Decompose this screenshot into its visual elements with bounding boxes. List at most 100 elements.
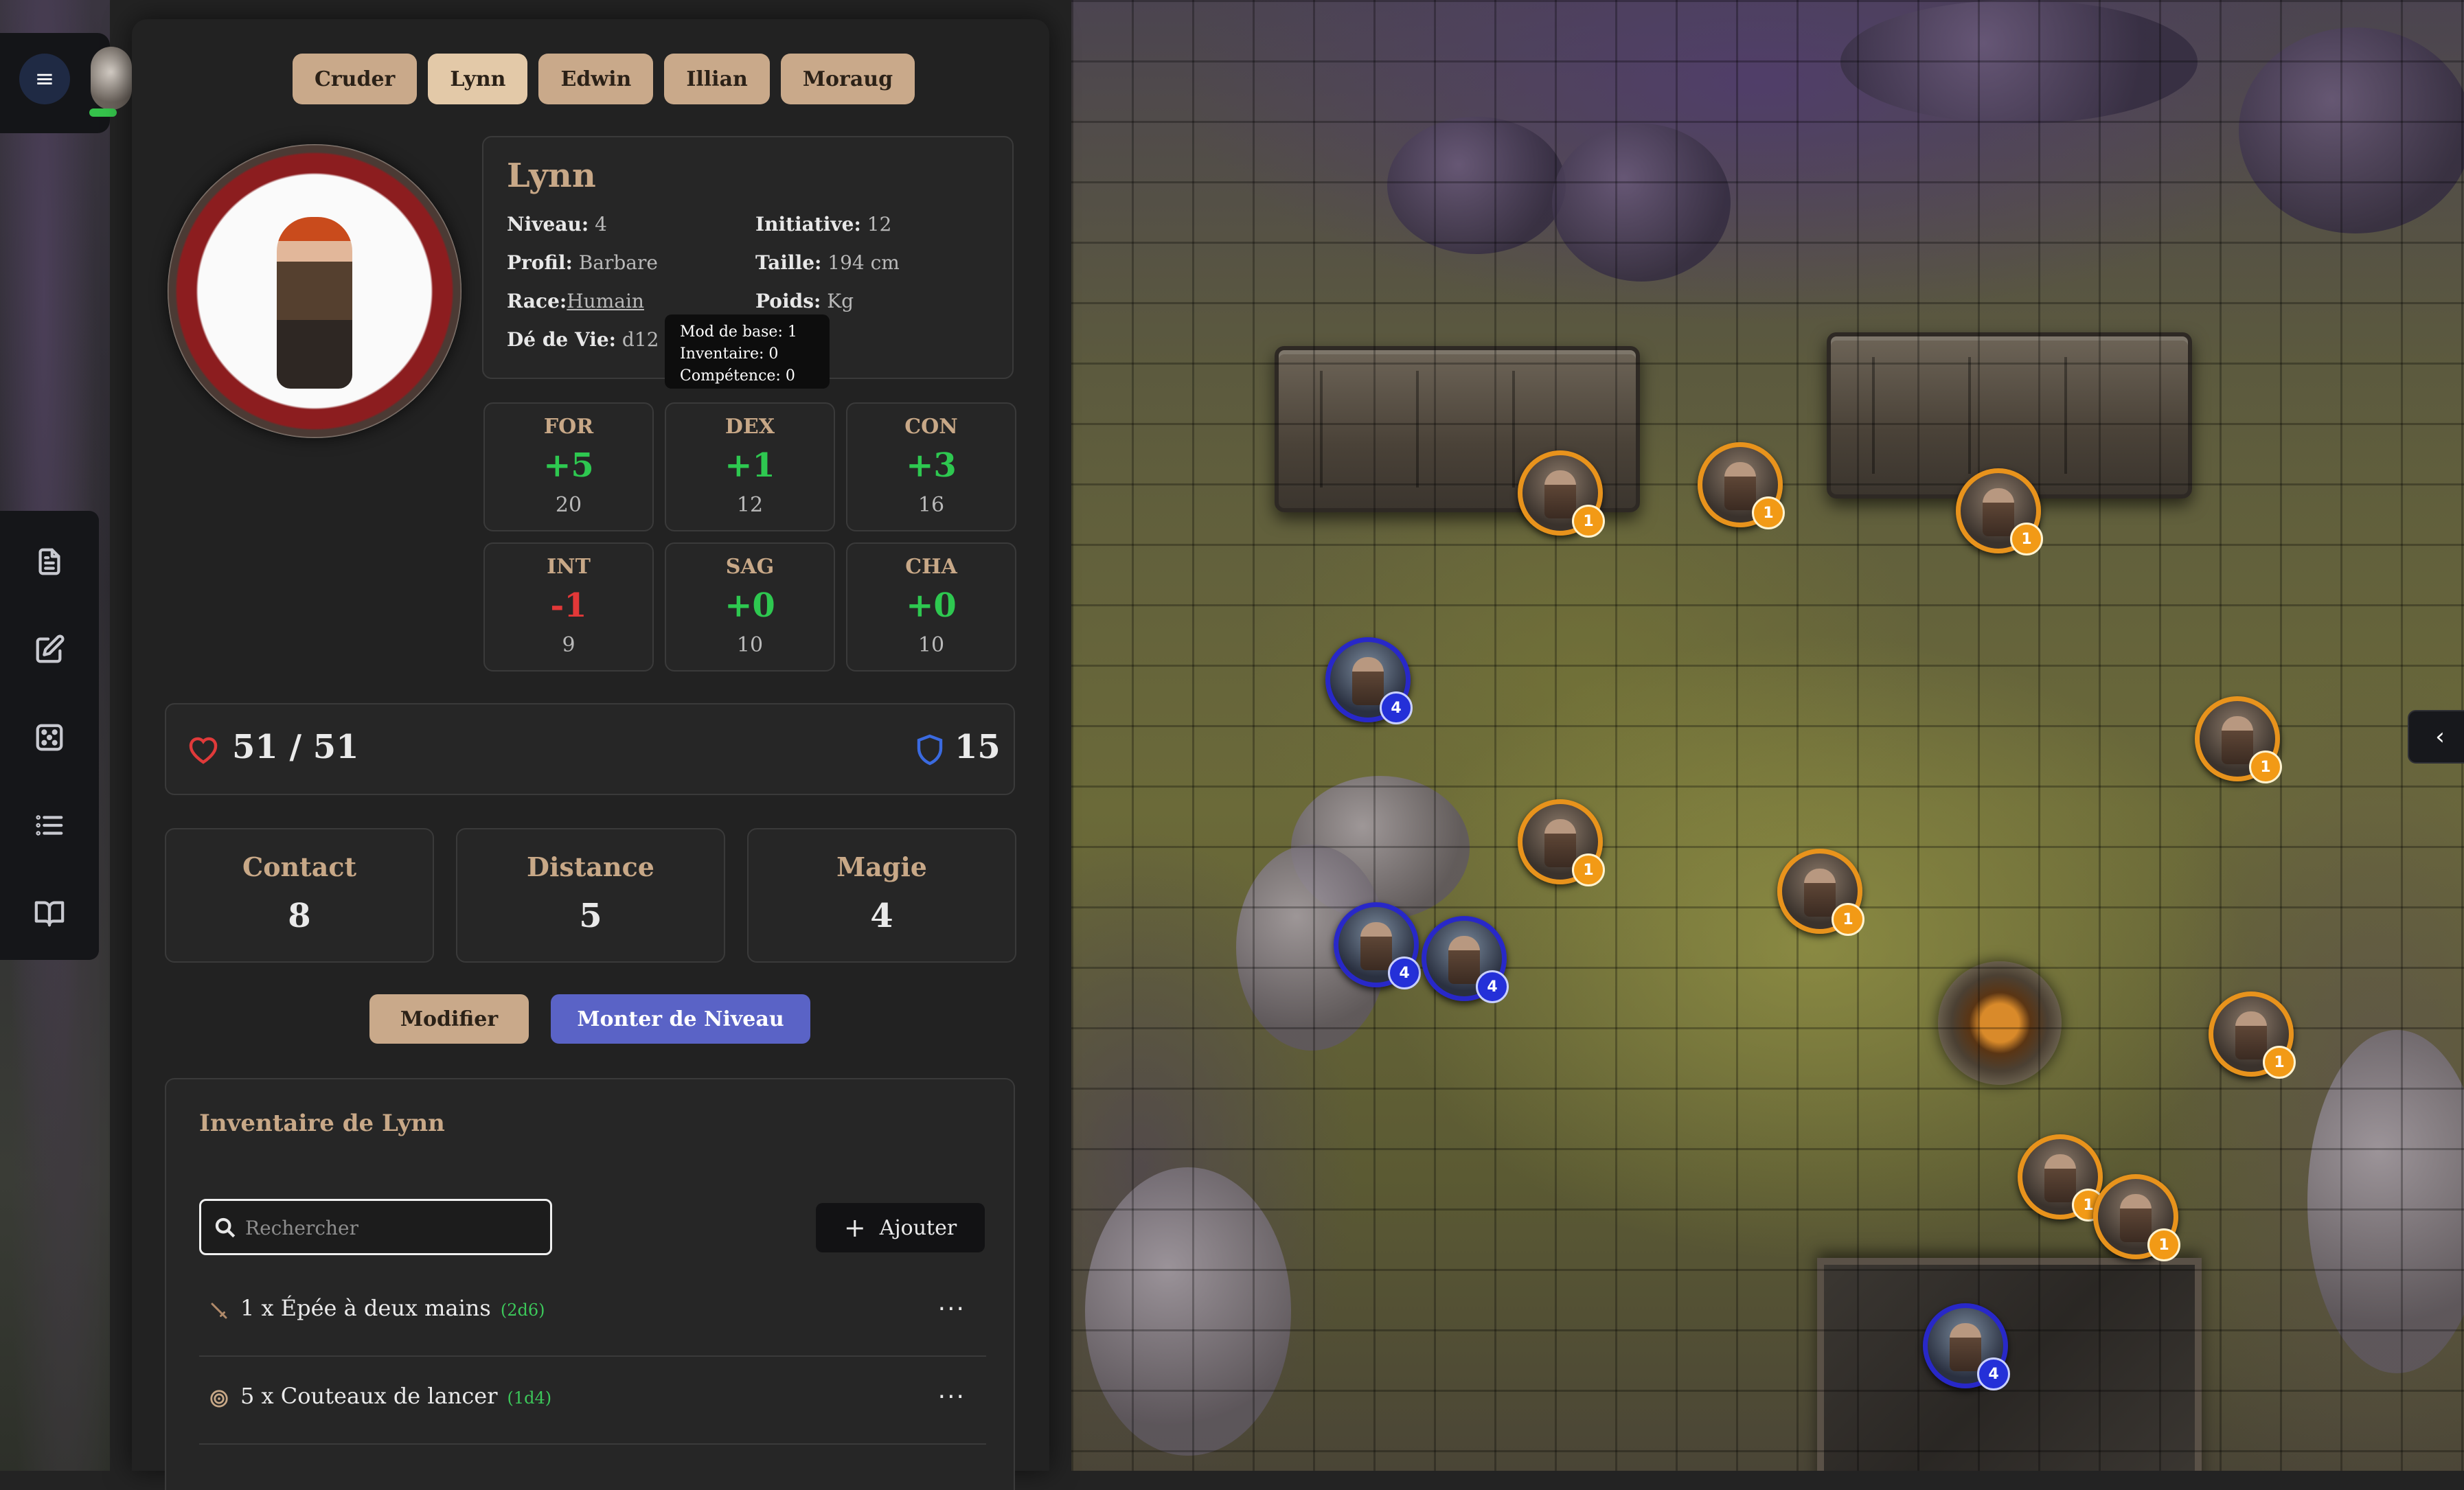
token-figure <box>2222 716 2253 765</box>
stat-value: 10 <box>917 633 945 657</box>
stat-for[interactable]: FOR +5 20 <box>483 402 654 531</box>
health-indicator <box>89 108 117 117</box>
inventory-item-label: 5 x Couteaux de lancer (1d4) <box>240 1383 551 1409</box>
stat-modifier: -1 <box>550 586 587 625</box>
inventory-title: Inventaire de Lynn <box>199 1110 445 1137</box>
map-token[interactable]: 1 <box>1777 849 1864 936</box>
heart-icon <box>189 737 218 764</box>
stat-name: CON <box>904 415 958 439</box>
top-menu: ≡ <box>0 33 132 133</box>
document-icon <box>38 548 60 575</box>
tab-cruder[interactable]: Cruder <box>293 54 418 104</box>
token-badge: 4 <box>1977 1357 2010 1390</box>
menu-button[interactable]: ≡ <box>19 54 70 104</box>
token-figure <box>1544 470 1576 519</box>
hit-points: 51 / 51 <box>232 728 359 766</box>
battle-map[interactable]: 1 1 1 4 1 1 1 4 4 1 1 1 4 ‹ <box>1071 0 2464 1471</box>
token-figure <box>1360 922 1392 971</box>
attack-contact: Contact 8 <box>165 828 434 963</box>
edit-icon <box>36 634 65 663</box>
chevron-left-icon: ‹ <box>2435 723 2445 750</box>
character-portrait <box>168 144 461 438</box>
stat-dex[interactable]: DEX +1 12 <box>665 402 835 531</box>
level-label: Niveau: <box>507 213 589 236</box>
attack-magie: Magie 4 <box>747 828 1016 963</box>
stat-value: 10 <box>736 633 764 657</box>
tab-illian[interactable]: Illian <box>664 54 770 104</box>
toolbar-edit-button[interactable] <box>27 628 71 672</box>
map-token[interactable]: 1 <box>2018 1134 2105 1222</box>
more-options-button[interactable]: ... <box>938 1288 966 1316</box>
attack-value: 8 <box>288 897 311 935</box>
race-row: Race:Humain <box>507 290 644 312</box>
item-name: 1 x Épée à deux mains <box>240 1295 491 1321</box>
map-token[interactable]: 4 <box>1923 1303 2010 1390</box>
map-token[interactable]: 1 <box>1518 450 1605 538</box>
race-link[interactable]: Humain <box>567 290 644 312</box>
token-badge: 1 <box>1832 903 1864 936</box>
map-token[interactable]: 4 <box>1422 916 1509 1003</box>
token-badge: 4 <box>1476 970 1509 1003</box>
toolbar-list-button[interactable] <box>27 803 71 847</box>
character-panel: Cruder Lynn Edwin Illian Moraug Lynn Niv… <box>132 19 1049 1490</box>
stat-modifier: +0 <box>725 586 775 625</box>
tooltip-base-mod: Mod de base: 1 <box>680 323 797 341</box>
item-damage: (1d4) <box>507 1388 552 1408</box>
search-input[interactable] <box>244 1206 542 1249</box>
map-token[interactable]: 1 <box>1698 442 1785 529</box>
attack-name: Distance <box>527 851 654 882</box>
inventory-panel: Inventaire de Lynn + Ajouter 1 x Épée à … <box>165 1078 1015 1490</box>
map-token[interactable]: 1 <box>1518 799 1605 886</box>
map-token[interactable]: 1 <box>2195 696 2282 783</box>
stat-name: DEX <box>725 415 775 439</box>
plus-icon: + <box>843 1213 866 1243</box>
tab-moraug[interactable]: Moraug <box>780 54 915 104</box>
stat-con[interactable]: CON +3 16 <box>846 402 1016 531</box>
level-row: Niveau: 4 <box>507 213 607 236</box>
token-figure <box>1950 1323 1981 1372</box>
stat-sag[interactable]: SAG +0 10 <box>665 542 835 672</box>
inventory-item[interactable]: 1 x Épée à deux mains (2d6) ... <box>199 1269 986 1357</box>
hamburger-icon: ≡ <box>34 65 55 93</box>
modify-button[interactable]: Modifier <box>369 994 529 1044</box>
stat-name: SAG <box>725 555 775 579</box>
token-figure <box>1804 869 1836 917</box>
token-badge: 1 <box>2249 750 2282 783</box>
search-icon <box>215 1217 236 1238</box>
attack-distance: Distance 5 <box>456 828 725 963</box>
attack-name: Magie <box>836 851 927 882</box>
token-badge: 4 <box>1388 956 1421 989</box>
inventory-item[interactable]: 5 x Couteaux de lancer (1d4) ... <box>199 1357 986 1445</box>
profile-value: Barbare <box>578 251 658 274</box>
token-badge: 4 <box>1380 691 1413 724</box>
token-figure <box>1724 462 1756 511</box>
map-token[interactable]: 4 <box>1334 902 1421 989</box>
more-options-button[interactable]: ... <box>938 1376 966 1404</box>
stat-value: 20 <box>555 493 582 517</box>
armor-class: 15 <box>955 728 1001 766</box>
toolbar-rules-button[interactable] <box>27 891 71 935</box>
level-up-button[interactable]: Monter de Niveau <box>551 994 810 1044</box>
map-token[interactable]: 1 <box>2093 1174 2180 1261</box>
collapse-panel-button[interactable]: ‹ <box>2408 710 2464 764</box>
hit-die-value: d12 <box>621 328 659 351</box>
tab-lynn[interactable]: Lynn <box>428 54 528 104</box>
map-token[interactable]: 1 <box>1956 468 2043 555</box>
toolbar-dice-button[interactable] <box>27 715 71 759</box>
stat-int[interactable]: INT -1 9 <box>483 542 654 672</box>
add-item-button[interactable]: + Ajouter <box>816 1203 985 1252</box>
left-toolbar <box>0 511 99 960</box>
toolbar-character-sheet-button[interactable] <box>27 540 71 584</box>
token-figure <box>2235 1011 2267 1060</box>
avatar[interactable] <box>91 47 132 110</box>
stat-modifier: +1 <box>725 446 775 485</box>
hit-die-label: Dé de Vie: <box>507 328 617 351</box>
stat-cha[interactable]: CHA +0 10 <box>846 542 1016 672</box>
inventory-search <box>199 1199 552 1255</box>
attack-value: 5 <box>579 897 602 935</box>
initiative-value: 12 <box>867 213 892 236</box>
inventory-item-label: 1 x Épée à deux mains (2d6) <box>240 1295 545 1321</box>
map-token[interactable]: 4 <box>1325 637 1413 724</box>
tab-edwin[interactable]: Edwin <box>538 54 654 104</box>
map-token[interactable]: 1 <box>2209 992 2296 1079</box>
